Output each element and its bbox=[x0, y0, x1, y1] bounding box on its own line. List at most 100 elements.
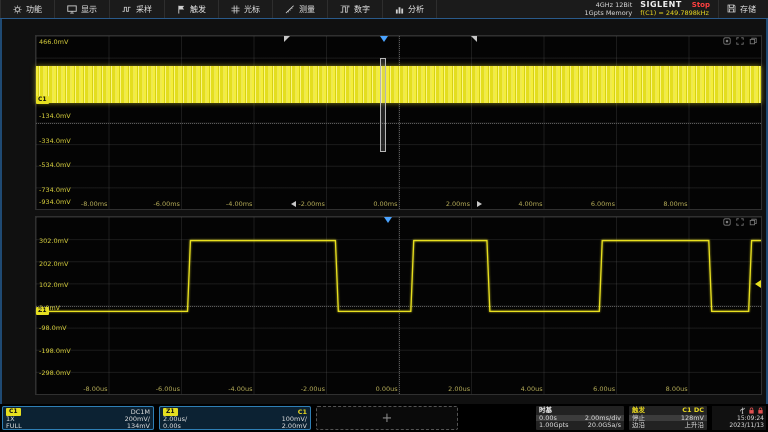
menu-item-分析[interactable]: 分析 bbox=[383, 0, 437, 18]
memory-label: 1Gpts Memory bbox=[585, 9, 633, 17]
grid1-center-horizontal-axis bbox=[36, 123, 761, 124]
frequency-counter: f(C1) = 249.7898kHz bbox=[640, 10, 710, 17]
system-info: 4GHz 12Bit 1Gpts Memory bbox=[585, 1, 633, 17]
grid1-time-label: 0.00ms bbox=[373, 200, 397, 208]
c1-waveform-band bbox=[36, 66, 761, 104]
c1-ground-marker[interactable]: C1 bbox=[36, 96, 49, 104]
z1-square-waveform bbox=[36, 217, 761, 394]
grid2-time-label: 6.00us bbox=[593, 385, 615, 393]
add-channel-button[interactable]: + bbox=[316, 406, 458, 430]
oscilloscope-screen: 功能 显示 采样 触发 光标 测量 数字 分析 4GHz 12Bit 1Gpts Memory… bbox=[0, 0, 768, 432]
grid2-time-label: -2.00us bbox=[301, 385, 325, 393]
trigger-position-marker[interactable] bbox=[380, 36, 388, 42]
timebase-box[interactable]: 时基 0.00s 2.00ms/div 1.00Gpts 20.0GSa/s bbox=[536, 406, 624, 430]
zoom-boundary-marker[interactable] bbox=[471, 36, 477, 42]
header-right: 4GHz 12Bit 1Gpts Memory SIGLENT Stop f(C… bbox=[585, 0, 768, 18]
c1-bandwidth: FULL bbox=[6, 423, 22, 430]
waveform-display: C1 466.0mV -134.0mV -334.0mV -534.0mV -734.0… bbox=[0, 19, 768, 404]
settings-icon[interactable] bbox=[723, 218, 731, 226]
grid2-time-label: -4.00us bbox=[228, 385, 252, 393]
menu-item-采样[interactable]: 采样 bbox=[110, 0, 165, 18]
settings-icon[interactable] bbox=[723, 37, 731, 45]
grid2-voltage-label: 302.0mV bbox=[39, 237, 68, 245]
storage-button[interactable]: 存储 bbox=[718, 0, 764, 18]
close-icon[interactable] bbox=[749, 37, 757, 45]
menu-item-label: 触发 bbox=[190, 4, 206, 15]
menu-item-显示[interactable]: 显示 bbox=[55, 0, 110, 18]
grid1-voltage-label: -134.0mV bbox=[39, 112, 71, 120]
grid2-corner-icons bbox=[723, 218, 757, 226]
menu-item-label: 功能 bbox=[26, 4, 42, 15]
zoom-boundary-marker[interactable] bbox=[284, 36, 290, 42]
grid1-time-label: 4.00ms bbox=[518, 200, 542, 208]
clock-date: 2023/11/13 bbox=[729, 423, 764, 429]
clock-box: 15:09:24 2023/11/13 bbox=[712, 406, 766, 430]
grid2-voltage-label: -298.0mV bbox=[39, 369, 71, 377]
trigger-slope: 上升沿 bbox=[685, 422, 705, 429]
grid1-time-label: -6.00ms bbox=[153, 200, 180, 208]
menu-item-功能[interactable]: 功能 bbox=[0, 0, 55, 18]
storage-label: 存储 bbox=[740, 4, 756, 15]
grid1-voltage-label: -734.0mV bbox=[39, 186, 71, 194]
display-icon bbox=[67, 5, 77, 14]
zoom-z1-box[interactable]: Z1 C1 2.00us/ 100mV/ 0.00s 2.00mV bbox=[159, 406, 311, 430]
statusbar-spacer bbox=[463, 406, 531, 430]
grid2-voltage-label: -98.0mV bbox=[39, 324, 67, 332]
status-bar: C1 DC1M 1X 200mV/ FULL 134mV Z1 C1 2.00u… bbox=[0, 404, 768, 432]
menu-item-label: 光标 bbox=[244, 4, 260, 15]
menu-item-label: 显示 bbox=[81, 4, 97, 15]
main-waveform-grid[interactable]: C1 466.0mV -134.0mV -334.0mV -534.0mV -734.0… bbox=[35, 35, 762, 210]
trigger-level-arrow[interactable] bbox=[755, 280, 761, 288]
cursor-icon bbox=[231, 5, 240, 14]
menu-item-触发[interactable]: 触发 bbox=[165, 0, 219, 18]
timebase-rate: 20.0GSa/s bbox=[588, 422, 621, 429]
grid1-voltage-label: 466.0mV bbox=[39, 38, 68, 46]
menu-bar: 功能 显示 采样 触发 光标 测量 数字 分析 4GHz 12Bit 1Gpts Memory… bbox=[0, 0, 768, 19]
grid1-voltage-label: -334.0mV bbox=[39, 137, 71, 145]
z1-offset: 2.00mV bbox=[282, 423, 307, 430]
measure-icon bbox=[285, 5, 295, 14]
grid1-time-label: -2.00ms bbox=[298, 200, 325, 208]
brand-block: SIGLENT Stop f(C1) = 249.7898kHz bbox=[640, 1, 710, 17]
menu-item-数字[interactable]: 数字 bbox=[328, 0, 383, 18]
maximize-icon[interactable] bbox=[736, 218, 744, 226]
menu-item-测量[interactable]: 测量 bbox=[273, 0, 328, 18]
maximize-icon[interactable] bbox=[736, 37, 744, 45]
trigger-type: 边沿 bbox=[632, 422, 645, 429]
sampling-icon bbox=[122, 5, 132, 14]
grid1-time-label: 6.00ms bbox=[591, 200, 615, 208]
menu-item-光标[interactable]: 光标 bbox=[219, 0, 273, 18]
zoom-region-indicator[interactable] bbox=[380, 58, 386, 152]
menu-items: 功能 显示 采样 触发 光标 测量 数字 分析 bbox=[0, 0, 437, 18]
grid2-time-label: 4.00us bbox=[521, 385, 543, 393]
analysis-icon bbox=[395, 5, 404, 14]
grid2-voltage-label: 2.0mV bbox=[39, 304, 60, 312]
floppy-icon bbox=[727, 4, 736, 15]
menu-item-label: 采样 bbox=[136, 4, 152, 15]
grid2-time-label: -8.00us bbox=[83, 385, 107, 393]
zoom-waveform-grid[interactable]: Z1 302.0mV202.0mV102.0mV2.0mV-98.0mV-198… bbox=[35, 216, 762, 395]
channel-c1-box[interactable]: C1 DC1M 1X 200mV/ FULL 134mV bbox=[2, 406, 154, 430]
grid2-time-label: 8.00us bbox=[666, 385, 688, 393]
timebase-title: 时基 bbox=[539, 407, 552, 414]
trigger-box[interactable]: 触发 C1 DC 停止 128mV 边沿 上升沿 bbox=[629, 406, 707, 430]
grid2-voltage-label: -198.0mV bbox=[39, 347, 71, 355]
grid2-voltage-label: 202.0mV bbox=[39, 260, 68, 268]
grid1-time-label: -8.00ms bbox=[81, 200, 108, 208]
grid2-voltage-label: 102.0mV bbox=[39, 281, 68, 289]
grid2-time-label: 0.00us bbox=[376, 385, 398, 393]
menu-item-label: 测量 bbox=[299, 4, 315, 15]
grid2-time-label: 2.00us bbox=[448, 385, 470, 393]
grid1-time-label: 8.00ms bbox=[663, 200, 687, 208]
grid1-time-label: -4.00ms bbox=[226, 200, 253, 208]
digital-icon bbox=[340, 5, 350, 14]
grid1-voltage-label: -934.0mV bbox=[39, 198, 71, 206]
close-icon[interactable] bbox=[749, 218, 757, 226]
plus-icon: + bbox=[382, 411, 393, 426]
menu-item-label: 数字 bbox=[354, 4, 370, 15]
flag-icon bbox=[177, 5, 186, 14]
c1-offset: 134mV bbox=[127, 423, 150, 430]
search-marker bbox=[291, 201, 296, 207]
trigger-position-marker[interactable] bbox=[384, 217, 392, 223]
grid1-voltage-label: -534.0mV bbox=[39, 161, 71, 169]
